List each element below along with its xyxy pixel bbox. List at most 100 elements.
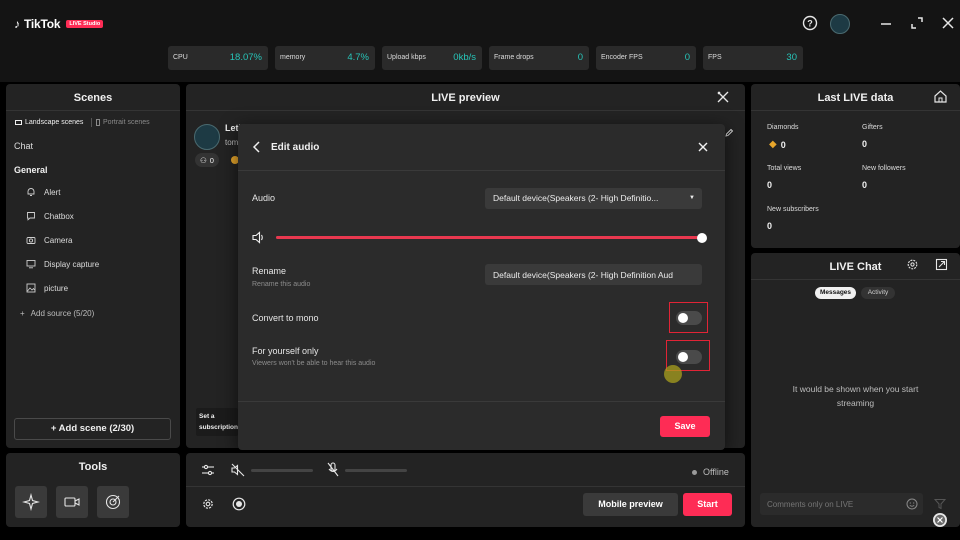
set-subscription-card[interactable]: Set a subscription — [196, 408, 238, 436]
stat-upload: Upload kbps 0kb/s — [382, 46, 482, 70]
chat-settings-icon[interactable] — [906, 258, 919, 271]
chat-input[interactable] — [767, 497, 897, 511]
help-icon[interactable]: ? — [802, 15, 818, 31]
start-button[interactable]: Start — [683, 493, 732, 516]
yourself-sub: Viewers won't be able to hear this audio — [252, 360, 376, 367]
diamonds-value: ◆ 0 — [769, 139, 786, 150]
tool-goal-button[interactable] — [97, 486, 129, 518]
landscape-icon — [15, 120, 22, 125]
filter-icon[interactable] — [934, 498, 946, 510]
stat-frame-drops: Frame drops 0 — [489, 46, 589, 70]
modal-title: Edit audio — [271, 142, 320, 153]
caret-down-icon: ▼ — [689, 195, 695, 201]
stat-fps: FPS 30 — [703, 46, 803, 70]
tools-cross-icon[interactable] — [716, 90, 730, 104]
avatar[interactable] — [830, 14, 850, 34]
last-live-title: Last LIVE data — [817, 92, 894, 104]
mixer-settings-icon[interactable] — [201, 463, 215, 477]
mic-volume-slider[interactable] — [345, 469, 407, 472]
scene-chat[interactable]: Chat — [14, 141, 33, 151]
record-icon[interactable] — [232, 497, 246, 511]
yourself-toggle[interactable] — [676, 350, 702, 364]
scene-general[interactable]: General — [14, 165, 48, 175]
camera-icon — [26, 237, 36, 244]
diamonds-label: Diamonds — [767, 124, 799, 131]
plus-icon: + — [20, 309, 25, 318]
portrait-icon — [96, 119, 100, 126]
stat-cpu: CPU 18.07% — [168, 46, 268, 70]
source-item-camera[interactable]: Camera — [26, 235, 72, 245]
rename-label: Rename — [252, 266, 287, 276]
audio-device-select[interactable]: Default device(Speakers (2- High Definit… — [485, 188, 702, 209]
source-item-picture[interactable]: picture — [26, 283, 68, 293]
views-label: Total views — [767, 165, 802, 172]
status-dot — [692, 470, 697, 475]
volume-slider[interactable] — [276, 232, 707, 243]
maximize-icon[interactable] — [909, 15, 925, 31]
tool-camera-button[interactable] — [56, 486, 88, 518]
mono-toggle[interactable] — [676, 311, 702, 325]
mono-label: Convert to mono — [252, 313, 319, 323]
mobile-preview-button[interactable]: Mobile preview — [583, 493, 678, 516]
audio-label: Audio — [252, 193, 276, 203]
mic-muted-icon[interactable] — [327, 462, 339, 477]
emoji-icon[interactable] — [906, 498, 918, 510]
tab-portrait-scenes[interactable]: Portrait scenes — [96, 119, 150, 126]
top-bar: ♪ TikTok LIVE Studio CPU 18.07% memory 4… — [0, 0, 960, 82]
edit-icon[interactable] — [724, 128, 734, 138]
settings-gear-icon[interactable] — [201, 497, 215, 511]
add-source-button[interactable]: + Add source (5/20) — [20, 309, 94, 318]
tiktok-note-icon: ♪ — [14, 17, 20, 31]
image-icon — [26, 283, 36, 293]
floating-close-icon[interactable] — [932, 512, 948, 528]
minimize-icon[interactable] — [878, 15, 894, 31]
save-button[interactable]: Save — [660, 416, 710, 437]
rename-sub: Rename this audio — [252, 281, 311, 288]
cursor-indicator — [664, 365, 682, 383]
tab-landscape-scenes[interactable]: Landscape scenes — [15, 119, 83, 126]
video-camera-icon — [64, 497, 80, 507]
source-item-alert[interactable]: Alert — [26, 187, 60, 197]
followers-label: New followers — [862, 165, 906, 172]
source-item-chatbox[interactable]: Chatbox — [26, 211, 74, 221]
monitor-icon — [26, 260, 36, 269]
live-preview-title: LIVE preview — [431, 92, 500, 104]
logo-text: TikTok — [24, 17, 61, 31]
diamond-icon: ◆ — [769, 139, 777, 150]
tool-effects-button[interactable] — [15, 486, 47, 518]
tab-divider — [91, 118, 92, 127]
subscribers-label: New subscribers — [767, 206, 819, 213]
status-text: Offline — [703, 467, 729, 477]
chat-empty-line2: streaming — [836, 398, 875, 408]
add-scene-button[interactable]: + Add scene (2/30) — [14, 418, 171, 440]
views-value: 0 — [767, 180, 773, 190]
subscribers-value: 0 — [767, 221, 773, 231]
popout-icon[interactable] — [935, 258, 948, 271]
speaker-muted-icon[interactable] — [231, 463, 245, 477]
volume-fill — [276, 236, 702, 239]
gifters-label: Gifters — [862, 124, 883, 131]
stat-encoder-fps: Encoder FPS 0 — [596, 46, 696, 70]
people-icon: ⚇ — [200, 155, 207, 165]
rename-input[interactable] — [485, 264, 702, 285]
close-window-icon[interactable] — [940, 15, 956, 31]
tools-title: Tools — [78, 461, 108, 473]
source-item-display-capture[interactable]: Display capture — [26, 259, 99, 269]
home-icon[interactable] — [933, 89, 948, 104]
app-logo: ♪ TikTok LIVE Studio — [14, 17, 104, 31]
scenes-title: Scenes — [73, 92, 113, 104]
speaker-icon[interactable] — [252, 231, 266, 244]
close-modal-icon[interactable] — [697, 141, 709, 153]
chat-input-box[interactable] — [760, 493, 923, 515]
chat-icon — [27, 212, 35, 221]
plus-icon: + — [50, 423, 59, 434]
speaker-volume-slider[interactable] — [251, 469, 313, 472]
stream-avatar — [194, 124, 220, 150]
back-chevron-icon[interactable] — [252, 141, 262, 153]
tab-messages[interactable]: Messages — [815, 287, 856, 299]
volume-knob[interactable] — [697, 232, 707, 243]
logo-badge: LIVE Studio — [66, 20, 104, 28]
tab-activity[interactable]: Activity — [861, 287, 895, 299]
stat-memory: memory 4.7% — [275, 46, 375, 70]
sparkle-icon — [22, 493, 40, 511]
